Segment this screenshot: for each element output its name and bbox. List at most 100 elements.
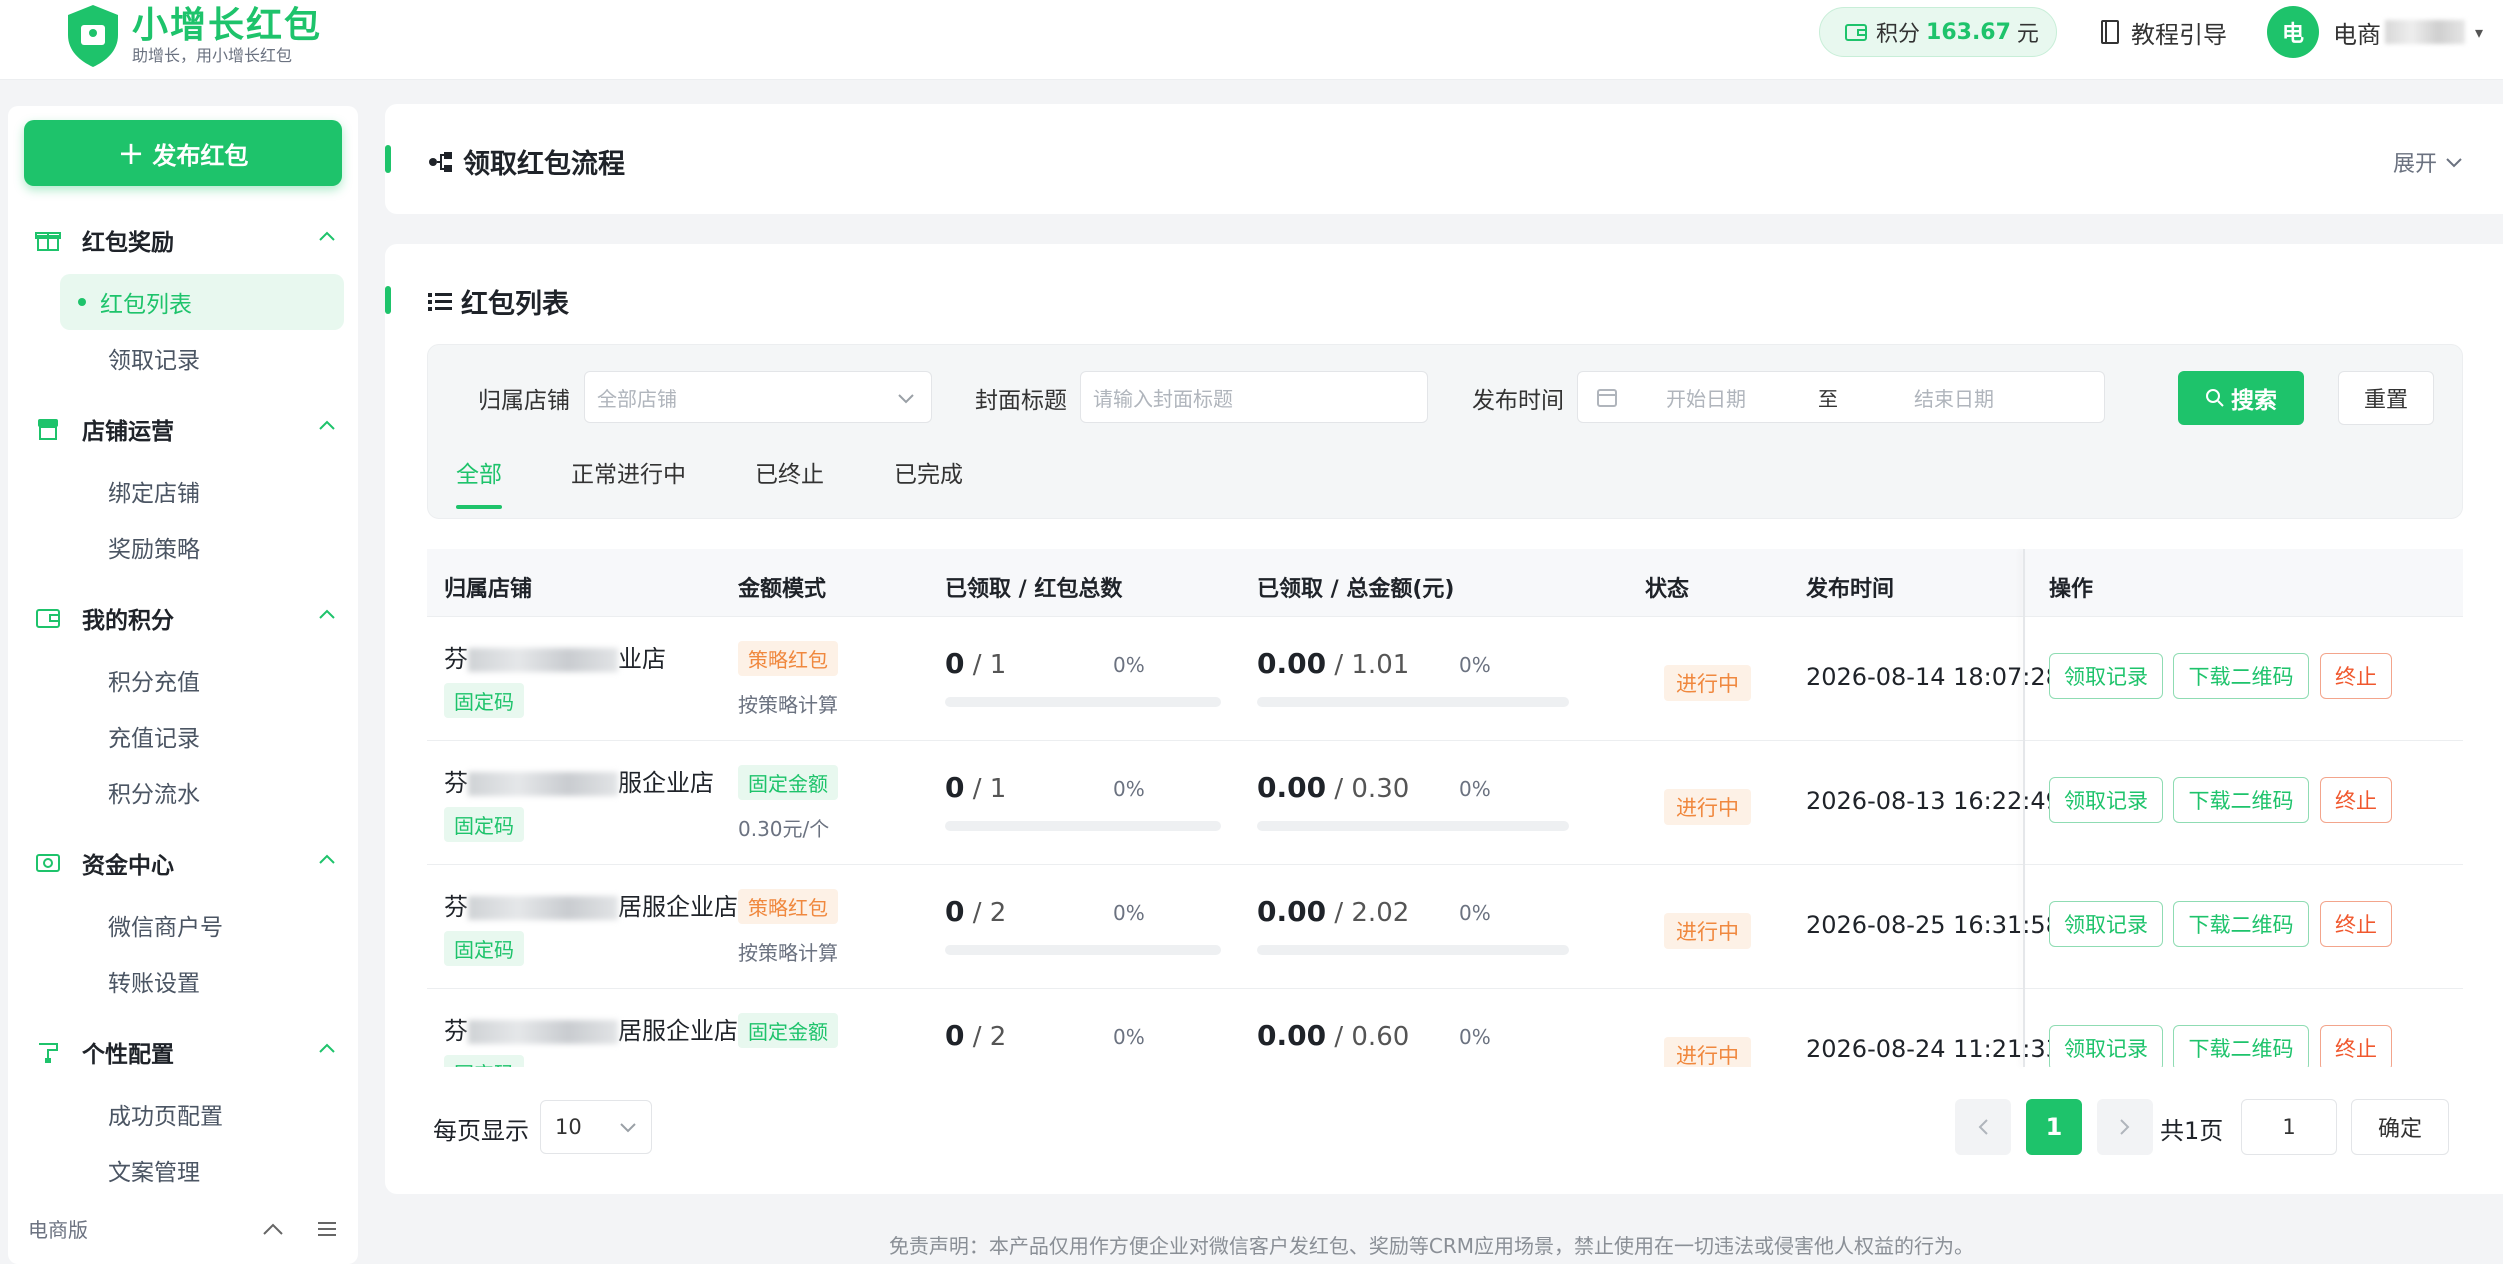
chevron-up-icon <box>319 420 335 430</box>
terminate-button[interactable]: 终止 <box>2320 1025 2392 1067</box>
publish-label: 发布红包 <box>152 141 249 170</box>
column-header: 金额模式 <box>738 577 827 602</box>
store-name-suffix: 居服企业店 <box>618 893 738 921</box>
terminate-button[interactable]: 终止 <box>2320 777 2392 823</box>
avatar: 电 <box>2267 6 2319 58</box>
claimed-count: 0 / 2 <box>945 895 1007 928</box>
book-icon <box>2101 20 2119 44</box>
store-name-prefix: 芬 <box>444 893 468 921</box>
points-balance[interactable]: 积分 163.67 元 <box>1819 7 2057 57</box>
cover-title-label: 封面标题 <box>975 388 1067 414</box>
amount-mode-detail: 0.30元/个 <box>738 817 830 841</box>
download-qr-button[interactable]: 下载二维码 <box>2173 777 2309 823</box>
guide-label: 教程引导 <box>2131 20 2227 49</box>
points-unit: 元 <box>2016 22 2039 47</box>
expand-toggle[interactable]: 展开 <box>2393 146 2463 178</box>
store-name: 芬 服企业店 <box>444 763 714 798</box>
store-select[interactable]: 全部店铺 <box>584 371 932 423</box>
claim-records-button[interactable]: 领取记录 <box>2049 1025 2163 1067</box>
store-name-redacted <box>468 648 618 672</box>
logo[interactable]: 小增长红包 助增长，用小增长红包 <box>64 0 322 72</box>
reset-button[interactable]: 重置 <box>2338 371 2434 425</box>
claimed-count: 0 / 1 <box>945 771 1007 804</box>
prev-page-button[interactable] <box>1955 1099 2011 1155</box>
nav-group-store-ops[interactable]: 店铺运营 <box>8 401 358 457</box>
money-icon <box>36 854 60 872</box>
store-name-prefix: 芬 <box>444 645 468 673</box>
claim-flow-card: 领取红包流程 展开 <box>385 104 2503 214</box>
sidebar-item-label: 奖励策略 <box>108 537 200 563</box>
flow-icon <box>429 151 452 172</box>
sidebar-item-recharge-records[interactable]: 充值记录 <box>60 708 344 764</box>
claimed-amount-value: 0.00 <box>1257 771 1327 804</box>
download-qr-button[interactable]: 下载二维码 <box>2173 901 2309 947</box>
amount-percent: 0% <box>1459 901 1491 925</box>
wallet-icon <box>36 609 60 628</box>
claimed-amount: 0.00 / 0.60 <box>1257 1019 1410 1052</box>
sidebar-item-points-flow[interactable]: 积分流水 <box>60 764 344 820</box>
tab-completed[interactable]: 已完成 <box>894 455 963 489</box>
chevron-right-icon <box>2120 1119 2130 1135</box>
terminate-button[interactable]: 终止 <box>2320 653 2392 699</box>
publish-red-packet-button[interactable]: + 发布红包 <box>24 120 342 186</box>
nav-group-fund-center[interactable]: 资金中心 <box>8 835 358 891</box>
column-header: 状态 <box>1645 577 1690 602</box>
cover-placeholder: 请输入封面标题 <box>1093 386 1233 411</box>
amount-progress-bar <box>1257 821 1569 831</box>
tab-terminated[interactable]: 已终止 <box>755 455 824 489</box>
user-menu[interactable]: 电 电商 ▾ <box>2267 6 2483 58</box>
sidebar-item-red-packet-list[interactable]: 红包列表 <box>60 274 344 330</box>
sidebar-item-copy-management[interactable]: 文案管理 <box>60 1142 344 1198</box>
claimed-count-value: 0 <box>945 771 965 804</box>
table-row: 芬居服企业店固定码固定金额0.30元/个0 / 20%0.00 / 0.600%… <box>427 989 2463 1067</box>
sidebar-item-points-recharge[interactable]: 积分充值 <box>60 652 344 708</box>
jump-confirm-button[interactable]: 确定 <box>2351 1099 2449 1155</box>
count-percent: 0% <box>1113 653 1145 677</box>
per-page-select[interactable]: 10 <box>540 1100 652 1154</box>
current-page[interactable]: 1 <box>2026 1099 2082 1155</box>
next-page-button[interactable] <box>2097 1099 2153 1155</box>
shield-logo-icon <box>68 5 118 67</box>
tutorial-guide-link[interactable]: 教程引导 <box>2099 14 2227 50</box>
store-name-redacted <box>468 1020 618 1044</box>
search-button[interactable]: 搜索 <box>2178 371 2304 425</box>
store-name-suffix: 居服企业店 <box>618 1017 738 1045</box>
nav-group-personalization[interactable]: 个性配置 <box>8 1024 358 1080</box>
claimed-amount: 0.00 / 2.02 <box>1257 895 1410 928</box>
tab-all[interactable]: 全部 <box>456 455 502 489</box>
store-name: 芬 业店 <box>444 639 666 674</box>
sidebar-item-label: 成功页配置 <box>108 1104 223 1130</box>
claimed-amount: 0.00 / 1.01 <box>1257 647 1410 680</box>
claim-records-button[interactable]: 领取记录 <box>2049 777 2163 823</box>
date-range-picker[interactable]: 开始日期 至 结束日期 <box>1577 371 2105 423</box>
tab-in-progress[interactable]: 正常进行中 <box>571 455 686 489</box>
column-header: 发布时间 <box>1806 577 1895 602</box>
sidebar-item-reward-strategy[interactable]: 奖励策略 <box>60 519 344 575</box>
status-badge: 进行中 <box>1664 789 1751 825</box>
claim-records-button[interactable]: 领取记录 <box>2049 653 2163 699</box>
user-name-redacted <box>2385 20 2465 44</box>
nav-group-rewards[interactable]: 红包奖励 <box>8 212 358 268</box>
chevron-up-icon <box>319 1043 335 1053</box>
sidebar-item-claim-records[interactable]: 领取记录 <box>60 330 344 386</box>
list-icon <box>428 292 452 311</box>
download-qr-button[interactable]: 下载二维码 <box>2173 653 2309 699</box>
cover-title-input[interactable]: 请输入封面标题 <box>1080 371 1428 423</box>
nav-group-my-points[interactable]: 我的积分 <box>8 590 358 646</box>
amount-mode-detail: 按策略计算 <box>738 693 838 717</box>
sidebar-item-bind-store[interactable]: 绑定店铺 <box>60 463 344 519</box>
store-name: 芬 居服企业店 <box>444 887 738 922</box>
download-qr-button[interactable]: 下载二维码 <box>2173 1025 2309 1067</box>
sidebar-item-transfer-settings[interactable]: 转账设置 <box>60 953 344 1009</box>
claimed-count-value: 0 <box>945 647 965 680</box>
claim-records-button[interactable]: 领取记录 <box>2049 901 2163 947</box>
sidebar-item-success-page[interactable]: 成功页配置 <box>60 1086 344 1142</box>
user-name: 电商 <box>2333 20 2381 49</box>
jump-page-input[interactable]: 1 <box>2241 1099 2337 1155</box>
sidebar-item-wechat-merchant[interactable]: 微信商户号 <box>60 897 344 953</box>
terminate-button[interactable]: 终止 <box>2320 901 2392 947</box>
search-label: 搜索 <box>2231 388 2277 414</box>
total-pages: 共1页 <box>2160 1117 2224 1145</box>
sidebar-item-label: 红包列表 <box>100 292 192 318</box>
column-header: 已领取 / 红包总数 <box>945 577 1123 602</box>
